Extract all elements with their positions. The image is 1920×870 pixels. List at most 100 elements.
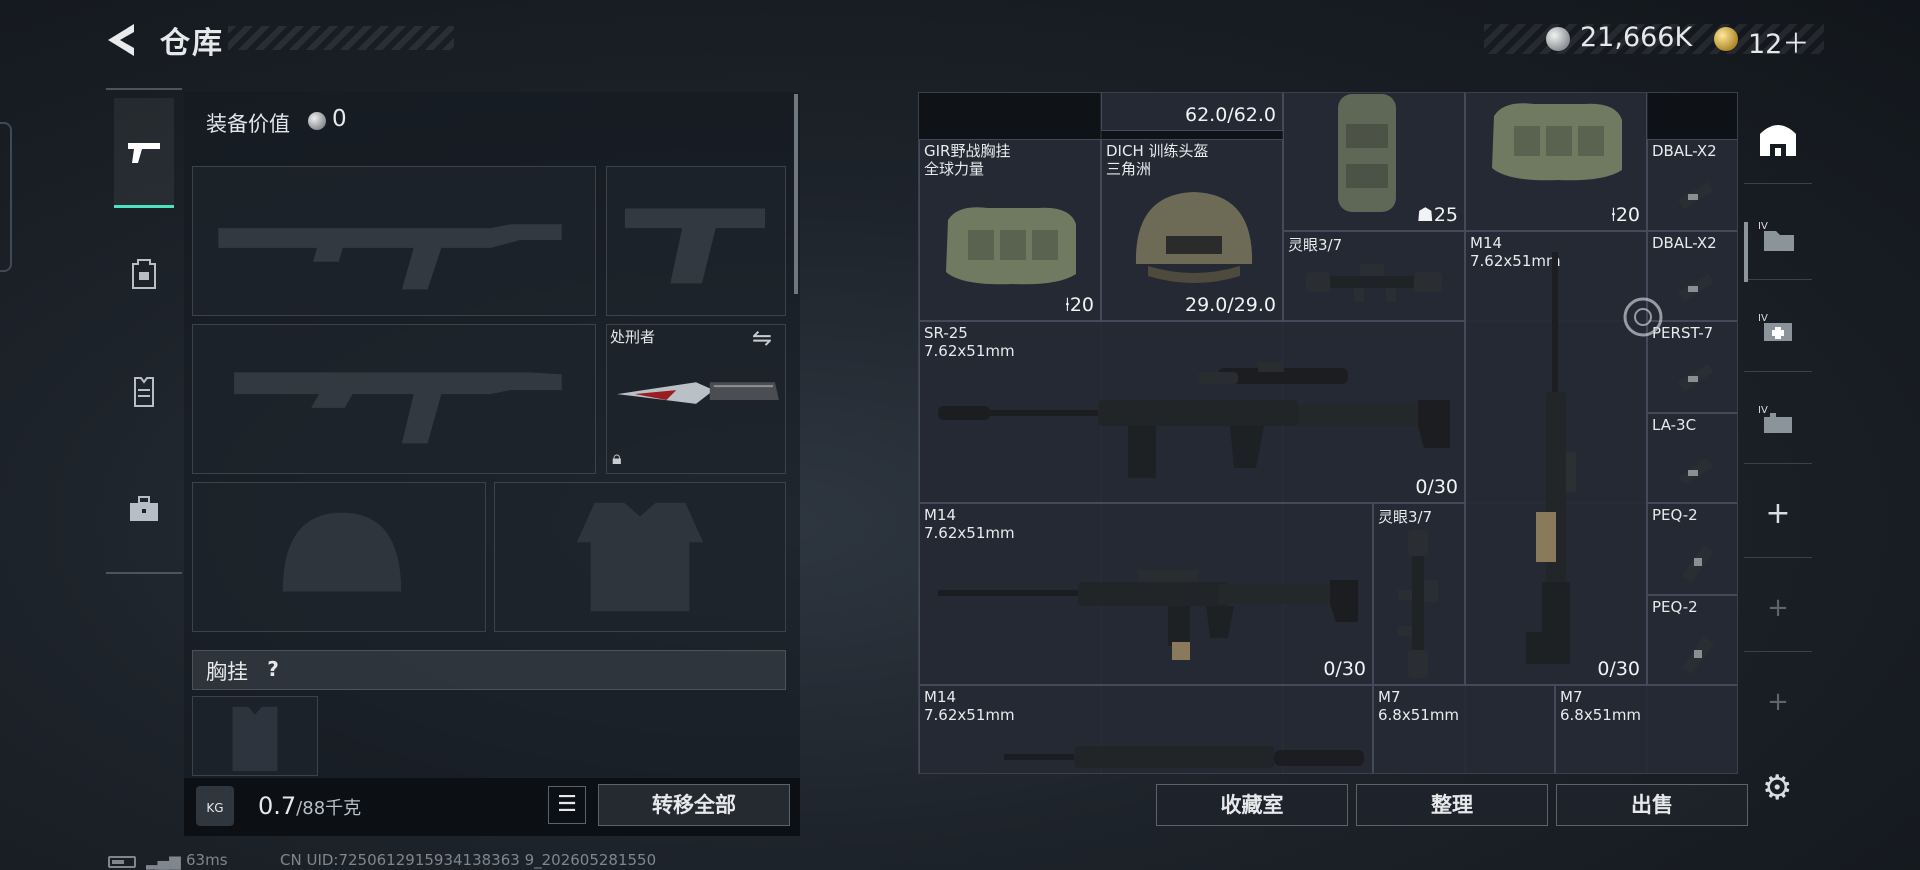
storage-tab-main[interactable] <box>1744 96 1812 184</box>
helmet-icon <box>1135 192 1253 283</box>
primary-weapon-slot-2[interactable] <box>192 324 596 474</box>
grid-item-container[interactable]: 62.0/62.0 <box>1101 93 1283 131</box>
grid-item-chest-rig-2[interactable]: ⍿20 <box>1465 93 1647 231</box>
nav-backpack[interactable] <box>114 218 174 328</box>
left-category-nav <box>106 88 182 574</box>
gold-coin-icon <box>1714 27 1738 51</box>
grid-item-helmet[interactable]: DICH 训练头盔 三角洲 29.0/29.0 <box>1101 139 1283 321</box>
laser-module-icon <box>1678 458 1714 484</box>
grid-item-m14[interactable]: M14 7.62x51mm 0/30 <box>919 503 1373 685</box>
gold-balance[interactable]: 12＋ <box>1748 22 1809 61</box>
item-ammo: 0/30 <box>1597 658 1640 680</box>
grid-item-m7-2[interactable]: M7 6.8x51mm <box>1555 685 1737 773</box>
carry-weight: 0.7/88千克 <box>258 792 361 820</box>
grid-item-scope[interactable]: 灵眼3/7 <box>1283 231 1465 321</box>
grid-item-attachment[interactable]: DBAL-X2 <box>1647 139 1737 231</box>
grid-item-scope-2[interactable]: 灵眼3/7 <box>1373 503 1465 685</box>
svg-text:IV: IV <box>1758 313 1768 324</box>
collection-button[interactable]: 收藏室 <box>1156 784 1348 826</box>
item-name: DICH 训练头盔 三角洲 <box>1106 142 1209 178</box>
add-storage-button[interactable]: + <box>1744 470 1812 558</box>
ammo-iv-icon: IV <box>1758 405 1792 433</box>
grid-item-m7[interactable]: M7 6.8x51mm <box>1373 685 1555 773</box>
laser-module-icon <box>1682 636 1714 674</box>
item-ammo: 0/30 <box>1415 476 1458 498</box>
item-count: ⍿20 <box>1610 204 1640 226</box>
grid-item-attachment[interactable]: PEQ-2 <box>1647 503 1737 595</box>
svg-text:IV: IV <box>1758 221 1768 232</box>
item-name: PEQ-2 <box>1652 598 1698 616</box>
bag-icon <box>1338 94 1396 212</box>
plus-icon: + <box>1765 496 1791 531</box>
weight-icon: KG <box>196 786 234 826</box>
laser-module-icon <box>1678 364 1714 392</box>
signal-icon: ▂▄▆ <box>146 852 181 870</box>
page-title: 仓库 <box>160 26 224 61</box>
storage-tab-iv-3[interactable]: IV <box>1744 376 1812 464</box>
laser-module-icon <box>1678 182 1714 210</box>
add-storage-button-disabled-2[interactable]: + <box>1744 658 1812 746</box>
vest-icon <box>134 377 154 407</box>
storage-tab-iv-1[interactable]: IV <box>1744 192 1812 280</box>
sidebar-scrollbar[interactable] <box>1744 222 1748 282</box>
nav-vest[interactable] <box>114 336 174 446</box>
transfer-all-button[interactable]: 转移全部 <box>598 784 790 826</box>
item-count: ⍿20 <box>1064 294 1094 316</box>
swap-icon[interactable]: ⇋ <box>752 324 772 352</box>
grid-item-chest-rig[interactable]: GIR野战胸挂 全球力量 ⍿20 <box>919 139 1101 321</box>
carry-weight-max: /88千克 <box>296 798 362 819</box>
chest-rig-label: 胸挂 <box>206 660 248 684</box>
item-name: 灵眼3/7 <box>1378 508 1433 526</box>
rifle-silhouette-icon <box>234 372 562 444</box>
storage-tab-iv-2[interactable]: IV <box>1744 284 1812 372</box>
item-name: PEQ-2 <box>1652 506 1698 524</box>
list-view-button[interactable]: ☰ <box>548 786 586 824</box>
chest-rig-icon <box>1492 103 1622 181</box>
grid-item-m14-2[interactable]: M14 7.62x51mm <box>919 685 1373 773</box>
rifle-silhouette-icon <box>218 224 562 290</box>
sell-button[interactable]: 出售 <box>1556 784 1748 826</box>
item-name: DBAL-X2 <box>1652 142 1717 160</box>
nav-case[interactable] <box>114 454 174 564</box>
gear-icon: ⚙ <box>1762 768 1793 808</box>
armor-slot[interactable] <box>494 482 786 632</box>
lock-icon: 🔒︎ <box>612 448 622 469</box>
plus-icon: + <box>1767 592 1789 623</box>
ping-readout: 63ms <box>186 851 228 869</box>
svg-text:IV: IV <box>1758 405 1768 416</box>
list-icon: ☰ <box>557 792 577 817</box>
item-name: GIR野战胸挂 全球力量 <box>924 142 1011 178</box>
silver-balance[interactable]: 21,666K <box>1580 22 1692 53</box>
settings-button[interactable]: ⚙ <box>1762 768 1802 808</box>
item-name: DBAL-X2 <box>1652 234 1717 252</box>
loadout-scrollbar[interactable] <box>794 94 798 294</box>
edge-tab[interactable] <box>0 122 12 272</box>
backpack-icon <box>132 259 156 289</box>
laser-module-icon <box>1678 274 1714 302</box>
back-button[interactable] <box>104 22 144 58</box>
title-stripe <box>228 26 454 50</box>
grid-item-attachment[interactable]: LA-3C <box>1647 413 1737 503</box>
back-arrow-icon <box>108 24 134 56</box>
organize-button[interactable]: 整理 <box>1356 784 1548 826</box>
primary-weapon-slot[interactable] <box>192 166 596 316</box>
chest-rig-slot[interactable] <box>192 696 318 776</box>
storage-sidebar: IV IV IV + + + <box>1744 92 1812 782</box>
helmet-slot[interactable] <box>192 482 486 632</box>
nav-weapons[interactable] <box>114 98 174 208</box>
battery-icon <box>108 856 136 868</box>
grid-item-attachment[interactable]: PEQ-2 <box>1647 595 1737 685</box>
help-icon[interactable]: ? <box>258 654 288 684</box>
equip-value: 0 <box>332 106 347 132</box>
grid-item-bag[interactable]: ☗25 <box>1283 93 1465 231</box>
grid-item-sr25[interactable]: SR-25 7.62x51mm 0/30 <box>919 321 1465 503</box>
rifle-vertical-icon <box>1526 252 1576 664</box>
secondary-weapon-slot[interactable] <box>606 166 786 316</box>
add-storage-button-disabled[interactable]: + <box>1744 564 1812 652</box>
rifle-icon <box>1004 746 1364 768</box>
rifle-icon <box>938 570 1358 660</box>
helmet-silhouette-icon <box>282 512 402 592</box>
drag-target-icon <box>1623 297 1663 337</box>
item-ammo: 0/30 <box>1323 658 1366 680</box>
storage-grid: 62.0/62.0 GIR野战胸挂 全球力量 ⍿20 DICH 训练头盔 三角洲… <box>918 92 1738 774</box>
